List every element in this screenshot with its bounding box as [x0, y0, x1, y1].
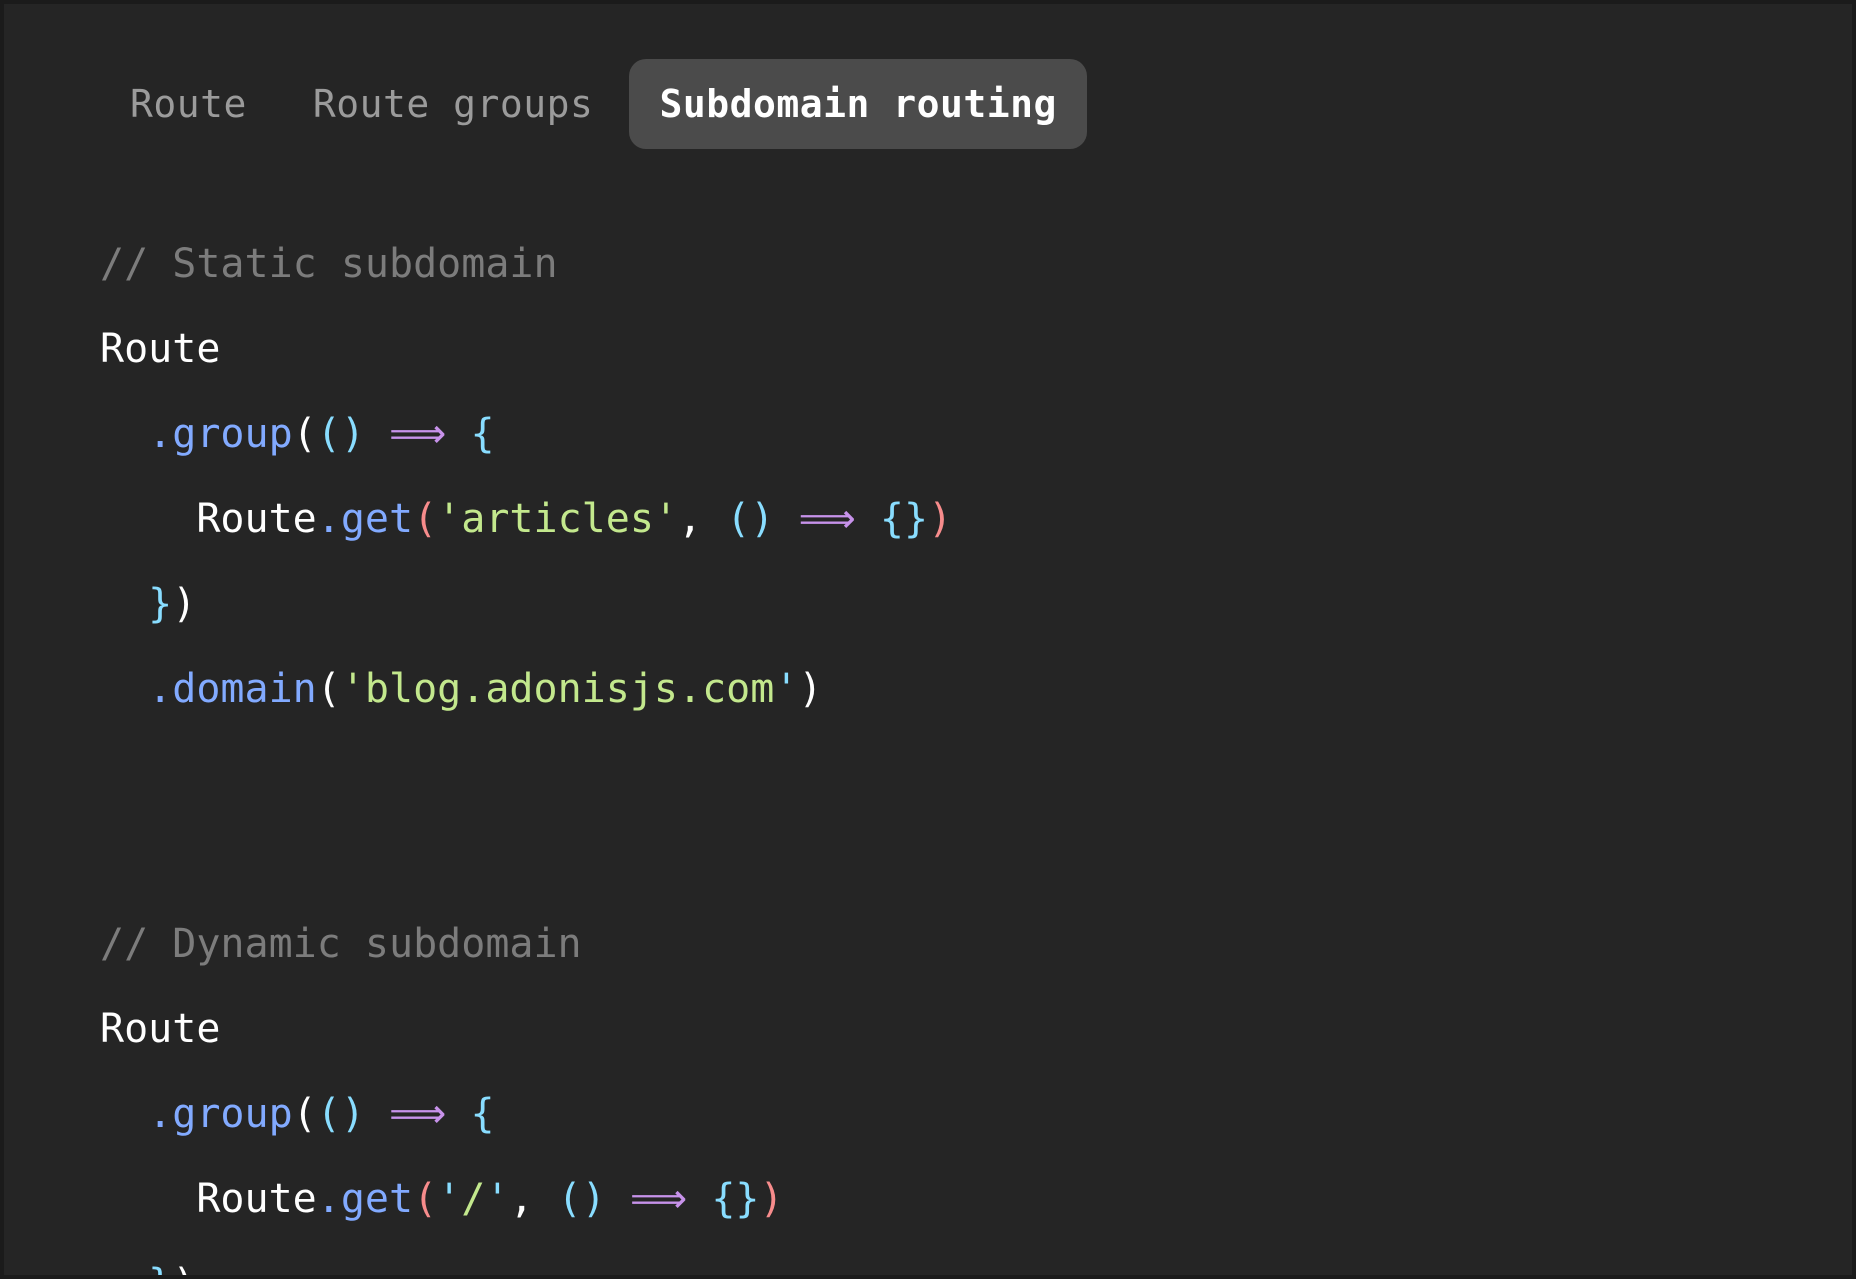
code-token-string: 'articles' [437, 496, 678, 542]
code-line: // Static subdomain [100, 222, 1852, 307]
code-token-paren: ( [413, 496, 438, 542]
code-token-bracket: () [726, 496, 775, 542]
code-line: // Dynamic subdomain [100, 902, 1852, 987]
code-token-bracket: {} [879, 496, 929, 542]
code-token-bracket: {} [711, 1176, 760, 1222]
code-token-bracket: } [148, 1261, 172, 1275]
code-token-plain: , [509, 1176, 534, 1222]
code-token-quote: ' [437, 1176, 462, 1222]
tab-bar: Route Route groups Subdomain routing [4, 52, 1093, 156]
code-token-arrow: ⟹ [389, 411, 447, 457]
code-token-plain: Route [196, 1176, 317, 1222]
code-token-plain: Route [100, 326, 221, 372]
code-token-arrow: ⟹ [629, 1176, 688, 1222]
code-token-bracket: () [557, 1176, 606, 1222]
code-token-plain: , [678, 496, 703, 542]
tab-subdomain-routing[interactable]: Subdomain routing [629, 59, 1087, 149]
code-line: .group(() ⟹ { [100, 392, 1852, 477]
code-token-bracket: } [148, 581, 173, 627]
code-token-arrow: ⟹ [798, 496, 856, 542]
code-token-bracket: () [316, 1091, 365, 1137]
code-token-plain: Route [196, 496, 317, 542]
code-token-method: .group [148, 1091, 293, 1137]
code-line: Route.get('/', () ⟹ {}) [100, 1157, 1852, 1242]
code-token-plain: ) [798, 666, 823, 712]
code-token-paren: ) [928, 496, 953, 542]
code-line: Route.get('articles', () ⟹ {}) [100, 477, 1852, 562]
code-line: Route [100, 987, 1852, 1072]
code-token-comment: // Static subdomain [100, 241, 558, 287]
code-token-quote: ' [485, 1176, 510, 1222]
code-block: // Static subdomain Route .group(() ⟹ { R… [4, 222, 1852, 1275]
code-token-plain: ( [316, 666, 341, 712]
tab-route[interactable]: Route [100, 59, 277, 149]
code-token-bracket: { [470, 1091, 495, 1137]
code-token-quote: ' [774, 666, 799, 712]
code-token-bracket: { [470, 411, 495, 457]
code-line: .group(() ⟹ { [100, 1072, 1852, 1157]
code-token-bracket: () [316, 411, 365, 457]
code-line: }) [100, 562, 1852, 647]
code-token-plain: ) [172, 581, 197, 627]
code-token-paren: ) [759, 1176, 784, 1222]
code-token-method: .domain [148, 666, 317, 712]
code-token-paren: ( [413, 1176, 438, 1222]
code-token-plain: ) [172, 1261, 196, 1275]
code-token-plain: Route [100, 1006, 221, 1052]
code-sample-window: Route Route groups Subdomain routing // St… [4, 4, 1852, 1275]
tab-route-groups[interactable]: Route groups [283, 59, 624, 149]
code-token-method: .group [148, 411, 293, 457]
code-token-plain: ( [292, 411, 317, 457]
code-token-arrow: ⟹ [389, 1091, 447, 1137]
code-token-string: / [461, 1176, 486, 1222]
code-token-method: .get [316, 1176, 414, 1222]
code-line: }) [100, 1242, 1852, 1275]
code-line: .domain('blog.adonisjs.com') [100, 647, 1852, 732]
code-line: Route [100, 307, 1852, 392]
code-token-comment: // Dynamic subdomain [100, 921, 582, 967]
code-token-string: 'blog.adonisjs.com [340, 666, 775, 712]
code-token-plain: ( [292, 1091, 317, 1137]
code-token-method: .get [316, 496, 414, 542]
